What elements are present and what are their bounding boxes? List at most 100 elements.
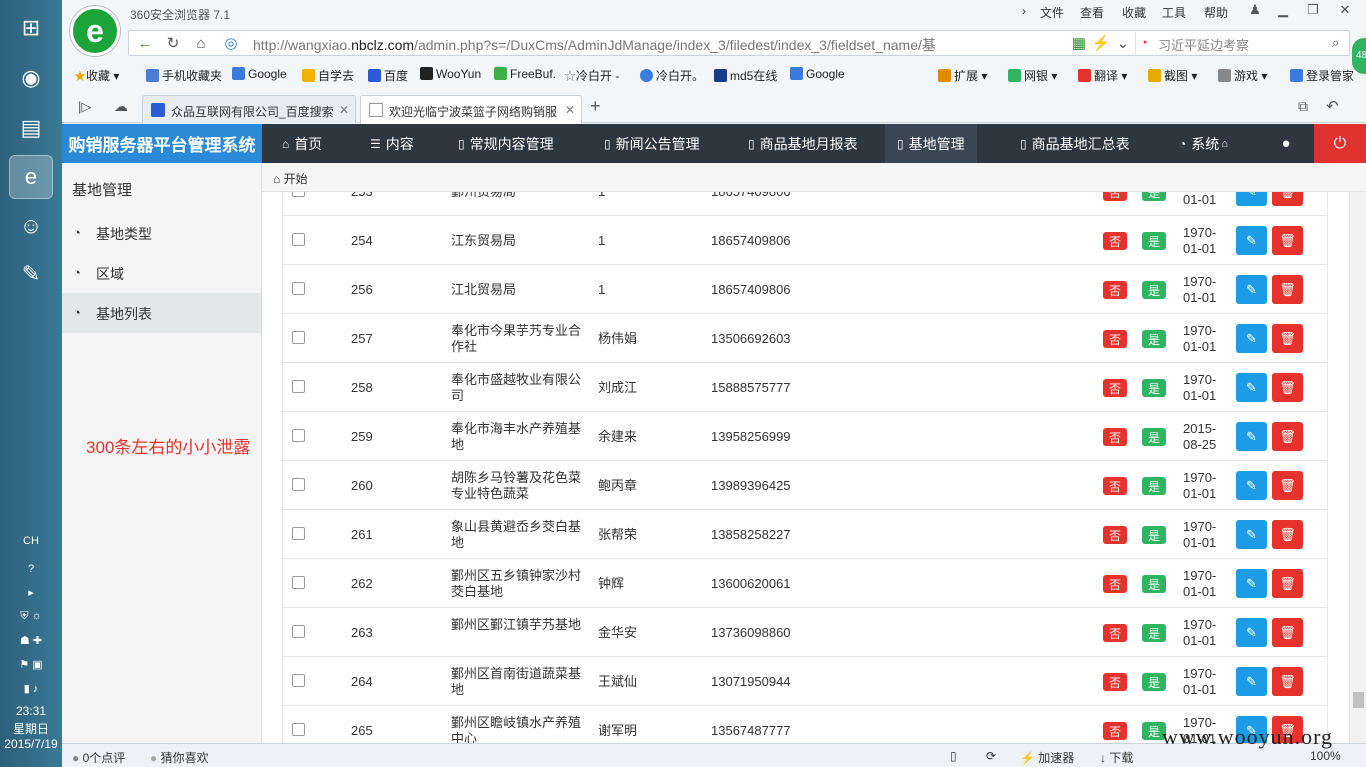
breadcrumb-start[interactable]: 开始 <box>284 172 308 186</box>
edit-button[interactable]: ✎ <box>1236 324 1267 353</box>
menu-file[interactable]: 文件 <box>1040 4 1064 21</box>
row-checkbox[interactable] <box>292 674 305 687</box>
bookmark-md5[interactable]: md5在线 <box>714 67 777 84</box>
minimize-button[interactable]: ▁ <box>1268 0 1298 20</box>
nav-regular-content[interactable]: ▯ 常规内容管理 <box>446 124 566 163</box>
status-badge-no[interactable]: 否 <box>1103 330 1127 348</box>
edit-button[interactable]: ✎ <box>1236 471 1267 500</box>
status-badge-no[interactable]: 否 <box>1103 379 1127 397</box>
bookmark-baidu[interactable]: 百度 <box>368 67 408 84</box>
tab-close-icon[interactable]: ✕ <box>339 103 349 117</box>
flag-icon[interactable]: ⚑ ▣ <box>0 658 62 671</box>
edit-button[interactable]: ✎ <box>1236 192 1267 206</box>
maximize-button[interactable]: ❐ <box>1298 0 1328 20</box>
network-volume-icon[interactable]: ▮ ♪ <box>0 682 62 695</box>
delete-button[interactable]: 🗑 <box>1272 520 1303 549</box>
menu-dropdown-icon[interactable]: › <box>1022 4 1026 18</box>
status-badge-no[interactable]: 否 <box>1103 281 1127 299</box>
status-badge-no[interactable]: 否 <box>1103 526 1127 544</box>
power-icon[interactable]: ⏻ <box>1314 124 1366 163</box>
status-badge-no[interactable]: 否 <box>1103 477 1127 495</box>
edit-button[interactable]: ✎ <box>1236 422 1267 451</box>
delete-button[interactable]: 🗑 <box>1272 226 1303 255</box>
nav-content[interactable]: ☰ 内容 <box>358 124 426 163</box>
status-badge-no[interactable]: 否 <box>1103 575 1127 593</box>
search-box[interactable]: ◔ 习近平延边考察 ⌕ <box>1135 32 1349 54</box>
tray-icons[interactable]: ☗ ✚ <box>0 634 62 647</box>
row-checkbox[interactable] <box>292 233 305 246</box>
help-icon[interactable]: ? <box>0 563 62 575</box>
scrollbar-thumb[interactable] <box>1353 692 1364 708</box>
user-icon[interactable]: ● <box>1266 124 1306 163</box>
status-badge-yes[interactable]: 是 <box>1142 379 1166 397</box>
row-checkbox[interactable] <box>292 625 305 638</box>
qrcode-icon[interactable]: ▦ <box>1067 33 1091 53</box>
close-window-button[interactable]: ✕ <box>1330 0 1360 20</box>
site-info-icon[interactable]: ◎ <box>219 33 243 53</box>
bookmark-lengbaikai[interactable]: ☆冷白开 - <box>564 67 619 84</box>
sidebar-item-base-list[interactable]: ◔ 基地列表 <box>62 293 261 333</box>
tab-close-icon[interactable]: ✕ <box>565 103 575 117</box>
status-badge-no[interactable]: 否 <box>1103 232 1127 250</box>
status-badge-no[interactable]: 否 <box>1103 624 1127 642</box>
browser-360-icon[interactable]: e <box>9 155 53 199</box>
row-checkbox[interactable] <box>292 478 305 491</box>
delete-button[interactable]: 🗑 <box>1272 618 1303 647</box>
status-badge-yes[interactable]: 是 <box>1142 330 1166 348</box>
status-badge-no[interactable]: 否 <box>1103 192 1127 201</box>
toolbar-translate[interactable]: 翻译 ▾ <box>1078 67 1127 84</box>
status-badge-no[interactable]: 否 <box>1103 428 1127 446</box>
edit-button[interactable]: ✎ <box>1236 373 1267 402</box>
accelerator[interactable]: ⚡ 加速器 <box>1020 749 1074 766</box>
bookmark-freebuf[interactable]: FreeBuf. <box>494 67 556 81</box>
search-icon[interactable]: ⌕ <box>1332 35 1339 51</box>
start-button[interactable]: ⊞ <box>9 6 53 50</box>
delete-button[interactable]: 🗑 <box>1272 192 1303 206</box>
menu-tools[interactable]: 工具 <box>1162 4 1186 21</box>
refresh-button[interactable]: ↻ <box>161 33 185 53</box>
vertical-scrollbar[interactable] <box>1349 192 1366 743</box>
status-badge-yes[interactable]: 是 <box>1142 232 1166 250</box>
clock-time[interactable]: 23:31 <box>0 704 62 718</box>
row-checkbox[interactable] <box>292 331 305 344</box>
row-checkbox[interactable] <box>292 723 305 736</box>
status-badge-yes[interactable]: 是 <box>1142 624 1166 642</box>
menu-favorites[interactable]: 收藏 <box>1122 4 1146 21</box>
file-explorer-icon[interactable]: ▤ <box>9 106 53 150</box>
bookmark-favorites[interactable]: ★收藏 ▾ <box>74 67 119 84</box>
status-badge-yes[interactable]: 是 <box>1142 281 1166 299</box>
toolbar-extensions[interactable]: 扩展 ▾ <box>938 67 987 84</box>
app-brand[interactable]: 购销服务器平台管理系统 <box>62 124 262 163</box>
nav-system[interactable]: ◔ 系统 ⌂ <box>1167 124 1240 163</box>
cloud-icon[interactable]: ☁ <box>114 98 128 115</box>
security-icon[interactable]: ⛨ ☼ <box>0 610 62 623</box>
taskbar-app-icon[interactable]: ☺ <box>9 204 53 248</box>
refresh-status-icon[interactable]: ⟳ <box>986 749 996 763</box>
bookmark-google[interactable]: Google <box>232 67 287 81</box>
taskbar-app-icon[interactable]: ◉ <box>9 56 53 100</box>
nav-monthly-report[interactable]: ▯ 商品基地月报表 <box>736 124 870 163</box>
status-badge-yes[interactable]: 是 <box>1142 575 1166 593</box>
status-badge-no[interactable]: 否 <box>1103 673 1127 691</box>
row-checkbox[interactable] <box>292 192 305 197</box>
bookmark-lengbaikai-2[interactable]: 冷白开。 <box>640 67 704 84</box>
search-engine-icon[interactable]: ◔ <box>1140 35 1148 50</box>
toolbar-login-manager[interactable]: 登录管家 <box>1290 67 1354 84</box>
delete-button[interactable]: 🗑 <box>1272 422 1303 451</box>
toolbar-ebank[interactable]: 网银 ▾ <box>1008 67 1057 84</box>
edit-button[interactable]: ✎ <box>1236 520 1267 549</box>
bookmark-zixuequ[interactable]: 自学去 <box>302 67 354 84</box>
status-badge-no[interactable]: 否 <box>1103 722 1127 740</box>
status-badge-yes[interactable]: 是 <box>1142 673 1166 691</box>
status-badge-yes[interactable]: 是 <box>1142 477 1166 495</box>
edit-button[interactable]: ✎ <box>1236 226 1267 255</box>
status-badge-yes[interactable]: 是 <box>1142 526 1166 544</box>
tab-nbclz-admin[interactable]: 欢迎光临宁波菜篮子网络购销服 ✕ <box>360 95 582 124</box>
nav-home[interactable]: ⌂ 首页 <box>270 124 334 163</box>
search-input[interactable]: 习近平延边考察 <box>1158 35 1249 54</box>
speed-icon[interactable]: ⚡ <box>1089 33 1113 53</box>
home-button[interactable]: ⌂ <box>189 33 213 53</box>
tray-expand-icon[interactable]: ▸ <box>0 586 62 599</box>
edit-button[interactable]: ✎ <box>1236 667 1267 696</box>
edit-button[interactable]: ✎ <box>1236 569 1267 598</box>
